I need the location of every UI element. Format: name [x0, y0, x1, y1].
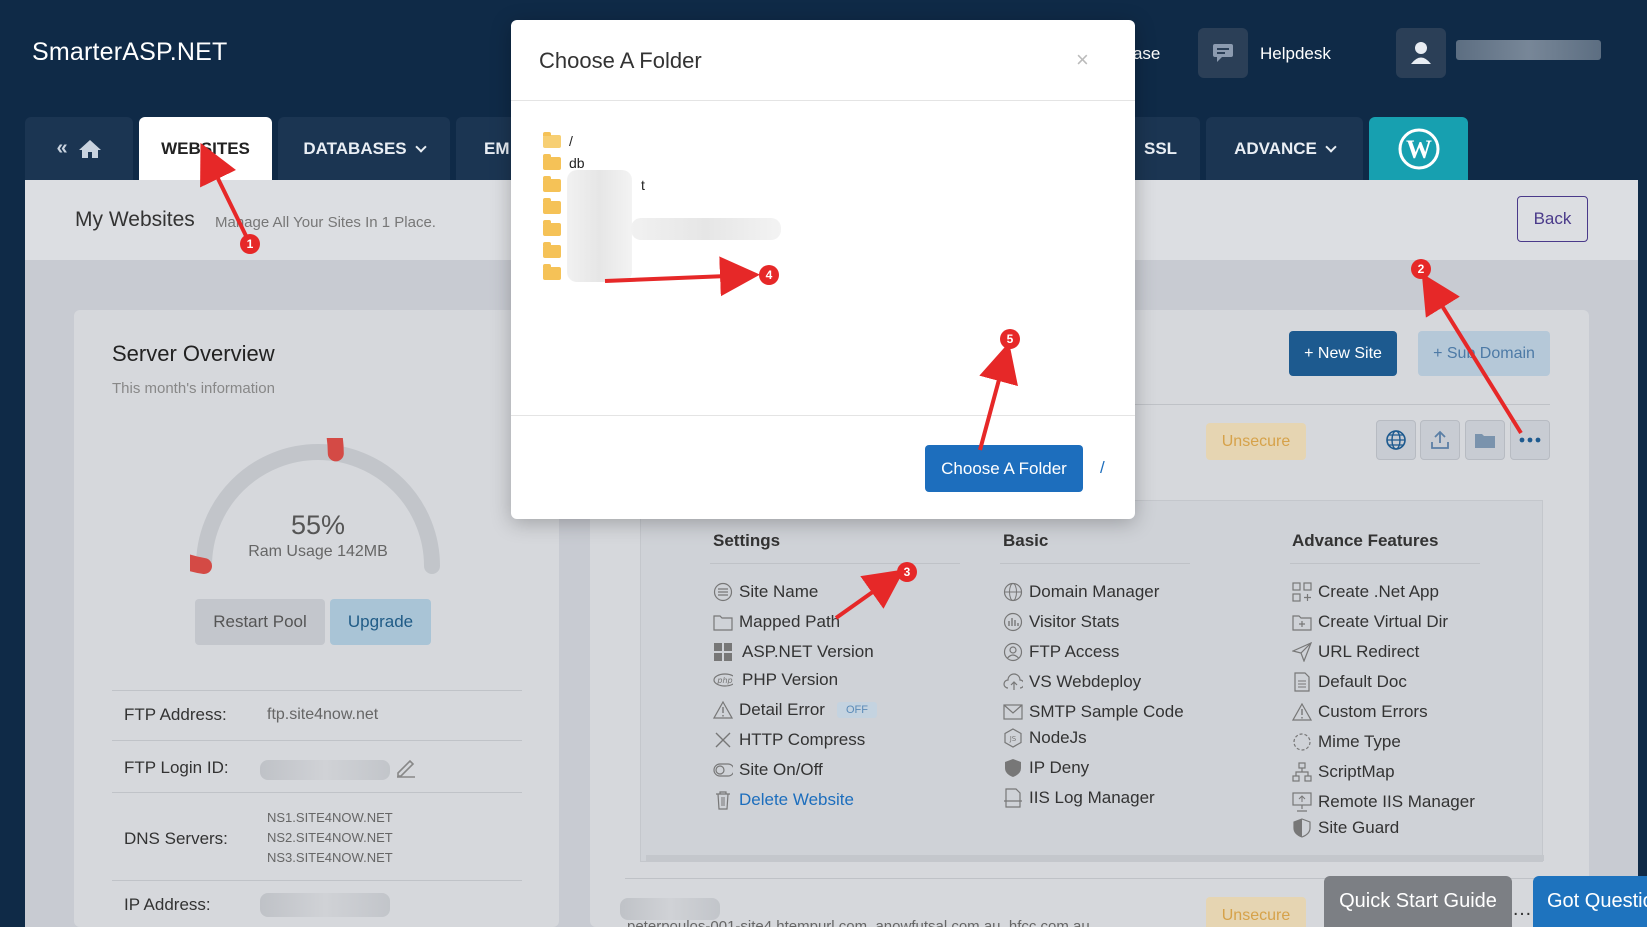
annotation-arrow-3 — [834, 569, 905, 620]
annotation-4: 4 — [759, 265, 779, 285]
annotation-1: 1 — [240, 234, 260, 254]
annotation-2: 2 — [1411, 259, 1431, 279]
annotation-arrow-1 — [200, 142, 251, 243]
annotation-3: 3 — [897, 562, 917, 582]
annotation-5: 5 — [1000, 329, 1020, 349]
annotation-arrow-2 — [1421, 273, 1523, 435]
annotation-arrows — [200, 142, 1523, 620]
annotation-arrow-4 — [604, 256, 760, 297]
annotation-arrow-5 — [978, 342, 1018, 451]
